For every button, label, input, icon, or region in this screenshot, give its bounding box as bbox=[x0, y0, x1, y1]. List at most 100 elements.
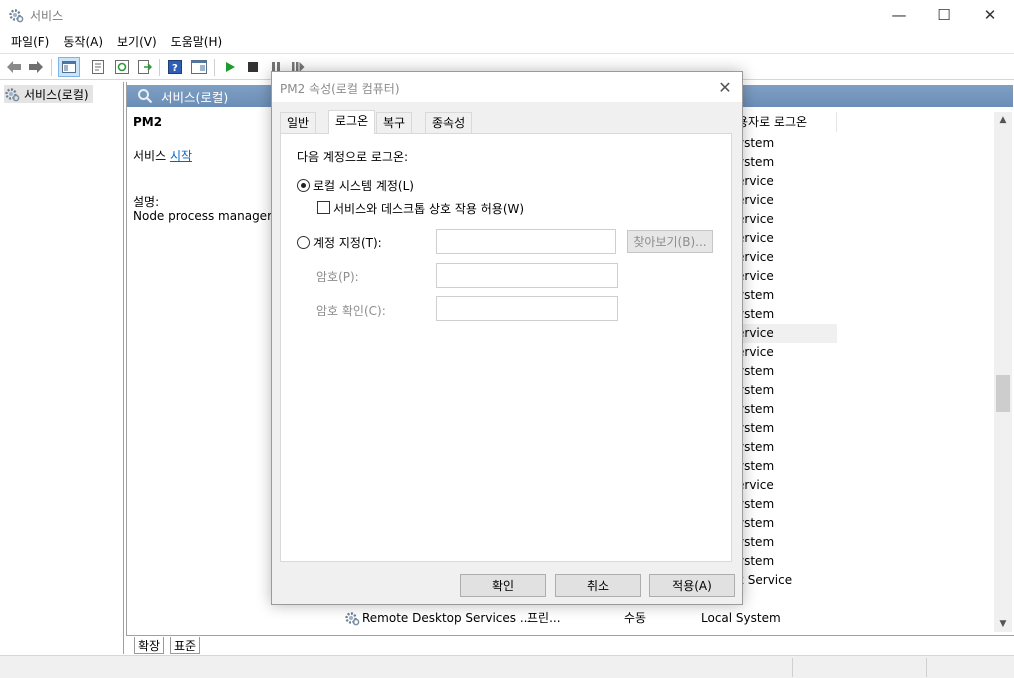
menu-file[interactable]: 파일(F) bbox=[4, 30, 56, 52]
start-service-link[interactable]: 시작 bbox=[170, 149, 192, 163]
logon-cell[interactable]: ystem bbox=[737, 495, 837, 514]
magnifier-icon bbox=[138, 89, 153, 104]
account-input[interactable] bbox=[436, 229, 616, 254]
logon-cell[interactable]: ervice bbox=[737, 191, 837, 210]
password-input[interactable] bbox=[436, 263, 618, 288]
service-row-logon: Local System bbox=[701, 611, 781, 625]
pane-header-title: 서비스(로컬) bbox=[161, 89, 229, 105]
status-divider bbox=[792, 658, 793, 677]
this-account-radio[interactable] bbox=[297, 236, 310, 249]
this-account-label[interactable]: 계정 지정(T): bbox=[313, 234, 382, 251]
gear-icon bbox=[9, 9, 24, 23]
password-label: 암호(P): bbox=[316, 270, 359, 284]
show-hide-pane-icon[interactable] bbox=[190, 58, 208, 76]
dialog-title: PM2 속성(로컬 컴퓨터) bbox=[280, 82, 400, 96]
tab-dependencies[interactable]: 종속성 bbox=[425, 112, 473, 133]
allow-desktop-checkbox[interactable] bbox=[317, 201, 330, 214]
scroll-down-icon[interactable]: ▼ bbox=[994, 616, 1012, 632]
console-tree-icon[interactable] bbox=[58, 57, 80, 77]
logon-cell[interactable]: ervice bbox=[737, 267, 837, 286]
selected-service-name: PM2 bbox=[133, 115, 163, 129]
close-button[interactable]: ✕ bbox=[967, 0, 1013, 30]
tab-extended[interactable]: 확장 bbox=[134, 637, 165, 654]
allow-desktop-label[interactable]: 서비스와 데스크톱 상호 작용 허용(W) bbox=[333, 200, 524, 217]
logon-cell[interactable]: ystem bbox=[737, 286, 837, 305]
properties-icon[interactable] bbox=[89, 58, 107, 76]
minimize-button[interactable]: — bbox=[876, 0, 922, 30]
service-row-name[interactable]: Remote Desktop Services ... bbox=[362, 609, 531, 627]
logon-cell[interactable]: ystem bbox=[737, 362, 837, 381]
start-prefix: 서비스 bbox=[133, 149, 170, 163]
confirm-password-label: 암호 확인(C): bbox=[316, 304, 386, 318]
logon-cell[interactable]: ervice bbox=[737, 229, 837, 248]
logon-cell[interactable]: ystem bbox=[737, 134, 837, 153]
logon-cell[interactable]: ervice bbox=[737, 324, 837, 343]
toolbar-separator bbox=[51, 59, 52, 76]
logon-cell[interactable]: k Service bbox=[737, 571, 837, 590]
service-row-status: 프린... bbox=[527, 611, 561, 625]
browse-button[interactable]: 찾아보기(B)... bbox=[627, 230, 713, 253]
logon-cell[interactable]: ystem bbox=[737, 153, 837, 172]
logon-cell[interactable]: ystem bbox=[737, 438, 837, 457]
logon-cell[interactable]: ystem bbox=[737, 514, 837, 533]
confirm-password-input[interactable] bbox=[436, 296, 618, 321]
play-icon[interactable] bbox=[221, 58, 239, 76]
tab-recovery[interactable]: 복구 bbox=[376, 112, 413, 133]
maximize-button[interactable]: ☐ bbox=[921, 0, 967, 30]
ok-button[interactable]: 확인 bbox=[460, 574, 546, 597]
vertical-scrollbar[interactable] bbox=[994, 112, 1012, 632]
gear-icon bbox=[345, 612, 360, 626]
status-bar bbox=[0, 655, 1014, 678]
logon-as-label: 다음 계정으로 로그온: bbox=[297, 150, 409, 164]
tab-general[interactable]: 일반 bbox=[280, 112, 317, 133]
local-system-radio[interactable] bbox=[297, 179, 310, 192]
column-header-label: 용자로 로그온 bbox=[737, 115, 808, 129]
tab-logon[interactable]: 로그온 bbox=[328, 110, 376, 134]
refresh-icon[interactable] bbox=[113, 58, 131, 76]
tab-standard[interactable]: 표준 bbox=[170, 637, 201, 654]
logon-cell[interactable]: ystem bbox=[737, 533, 837, 552]
local-system-label[interactable]: 로컬 시스템 계정(L) bbox=[313, 177, 414, 194]
back-arrow-icon[interactable] bbox=[5, 58, 23, 76]
logon-cell[interactable]: ervice bbox=[737, 210, 837, 229]
help-icon[interactable]: ? bbox=[166, 58, 184, 76]
console-tree: 서비스(로컬) bbox=[0, 82, 124, 654]
apply-button[interactable]: 적용(A) bbox=[649, 574, 735, 597]
column-header-logon-as[interactable]: 용자로 로그온 bbox=[737, 112, 837, 132]
toolbar-separator bbox=[159, 59, 160, 76]
logon-cell[interactable]: ervice bbox=[737, 248, 837, 267]
service-start-text: 서비스 시작 bbox=[133, 147, 192, 164]
forward-arrow-icon[interactable] bbox=[27, 58, 45, 76]
logon-cell[interactable]: ystem bbox=[737, 305, 837, 324]
tree-item-services-local[interactable]: 서비스(로컬) bbox=[4, 85, 93, 103]
properties-dialog: PM2 속성(로컬 컴퓨터) ✕ 일반 로그온 복구 종속성 다음 계정으로 로… bbox=[271, 71, 743, 605]
menu-help[interactable]: 도움말(H) bbox=[164, 30, 230, 52]
dialog-close-icon[interactable]: ✕ bbox=[714, 77, 736, 97]
scroll-up-icon[interactable]: ▲ bbox=[994, 112, 1012, 128]
menu-action[interactable]: 동작(A) bbox=[56, 30, 110, 52]
logon-cell[interactable]: ystem bbox=[737, 400, 837, 419]
logon-cell[interactable]: ervice bbox=[737, 343, 837, 362]
logon-cell[interactable]: ervice bbox=[737, 172, 837, 191]
logon-cell[interactable]: ervice bbox=[737, 476, 837, 495]
logon-cell[interactable]: ystem bbox=[737, 552, 837, 571]
logon-cell[interactable]: ystem bbox=[737, 419, 837, 438]
view-tabs: 확장 표준 bbox=[126, 635, 1014, 655]
service-row-startup: 수동 bbox=[624, 611, 647, 625]
description-label: 설명: bbox=[133, 195, 160, 209]
stop-icon[interactable] bbox=[244, 58, 262, 76]
menu-view[interactable]: 보기(V) bbox=[110, 30, 164, 52]
status-divider bbox=[926, 658, 927, 677]
logon-cell[interactable]: ystem bbox=[737, 457, 837, 476]
toolbar-separator bbox=[214, 59, 215, 76]
scroll-thumb[interactable] bbox=[996, 375, 1010, 412]
menu-bar: 파일(F) 동작(A) 보기(V) 도움말(H) bbox=[0, 30, 1014, 52]
cancel-button[interactable]: 취소 bbox=[555, 574, 641, 597]
logon-cell[interactable]: ystem bbox=[737, 381, 837, 400]
dialog-title-bar: PM2 속성(로컬 컴퓨터) ✕ bbox=[272, 72, 742, 102]
logon-tab-panel: 다음 계정으로 로그온: 로컬 시스템 계정(L) 서비스와 데스크톱 상호 작… bbox=[280, 133, 732, 562]
window-title: 서비스 bbox=[30, 9, 64, 23]
description-text: Node process manager bbox=[133, 209, 272, 223]
export-list-icon[interactable] bbox=[136, 58, 154, 76]
svg-text:?: ? bbox=[172, 63, 178, 74]
